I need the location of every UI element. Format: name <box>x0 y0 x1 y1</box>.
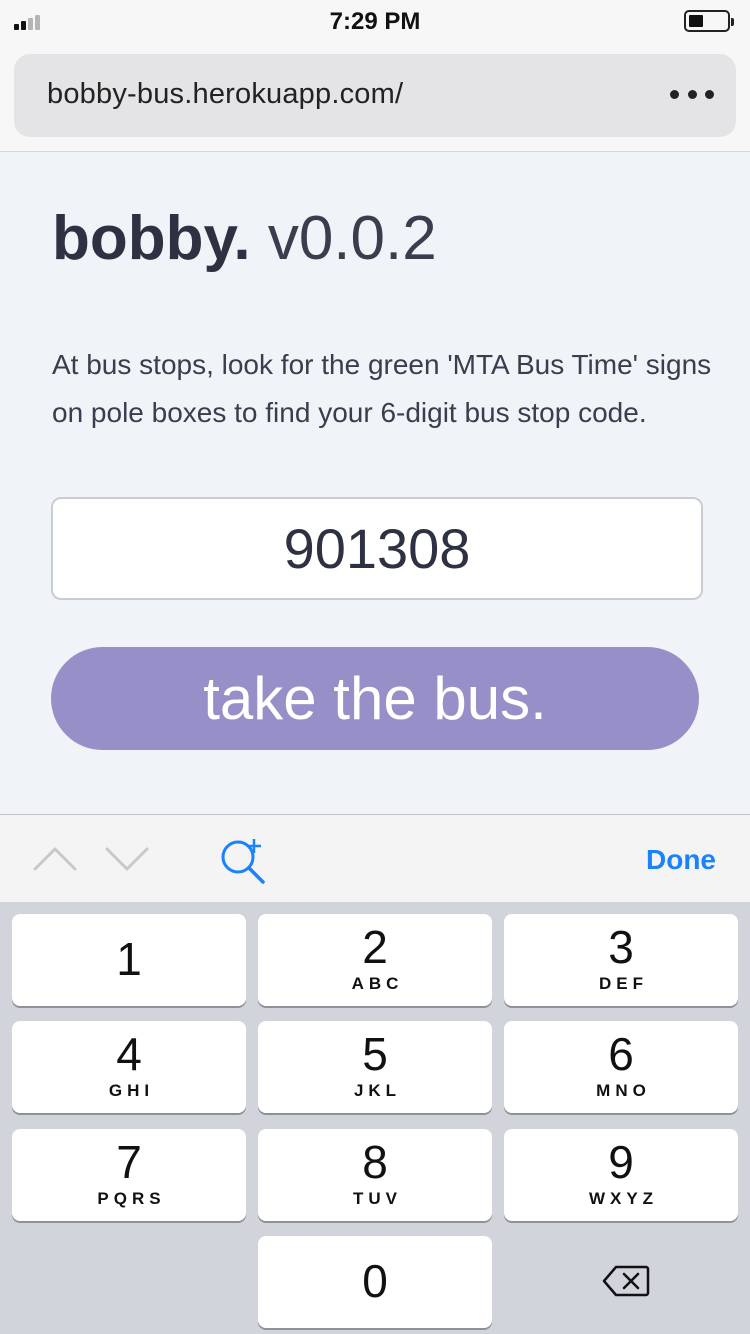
key-letters: TUV <box>353 1189 402 1208</box>
delete-key[interactable] <box>504 1236 738 1328</box>
key-letters: PQRS <box>97 1189 166 1208</box>
backspace-icon <box>602 1265 650 1297</box>
key-5[interactable]: 5 JKL <box>258 1021 492 1113</box>
browser-toolbar: bobby-bus.herokuapp.com/ <box>0 40 750 152</box>
key-letters: MNO <box>596 1081 651 1100</box>
page-content: bobby. v0.0.2 At bus stops, look for the… <box>0 153 750 814</box>
key-letters: GHI <box>108 1081 155 1100</box>
key-letters: DEF <box>599 974 648 993</box>
url-text[interactable]: bobby-bus.herokuapp.com/ <box>47 78 403 111</box>
key-letters: ABC <box>351 974 404 993</box>
key-digit: 7 <box>116 1136 142 1188</box>
key-6[interactable]: 6 MNO <box>504 1021 738 1113</box>
key-digit: 0 <box>362 1255 388 1307</box>
key-digit: 1 <box>116 933 142 985</box>
key-letters: WXYZ <box>588 1189 659 1208</box>
battery-icon <box>684 10 734 32</box>
key-9[interactable]: 9 WXYZ <box>504 1129 738 1221</box>
key-3[interactable]: 3 DEF <box>504 914 738 1006</box>
key-8[interactable]: 8 TUV <box>258 1129 492 1221</box>
key-digit: 5 <box>362 1028 388 1080</box>
zoom-in-icon[interactable] <box>216 835 270 889</box>
status-time: 7:29 PM <box>329 8 421 35</box>
key-4[interactable]: 4 GHI <box>12 1021 246 1113</box>
instructions-text: At bus stops, look for the green 'MTA Bu… <box>52 349 712 428</box>
key-letters: JKL <box>353 1081 402 1100</box>
chevron-up-icon[interactable] <box>32 841 78 875</box>
address-bar[interactable]: bobby-bus.herokuapp.com/ <box>14 54 736 137</box>
key-2[interactable]: 2 ABC <box>258 914 492 1006</box>
done-button[interactable]: Done <box>646 844 716 876</box>
page-title: bobby. v0.0.2 <box>52 203 437 274</box>
key-digit: 9 <box>608 1136 634 1188</box>
chevron-down-icon[interactable] <box>104 841 150 875</box>
brand-name: bobby. <box>52 204 251 273</box>
key-7[interactable]: 7 PQRS <box>12 1129 246 1221</box>
key-digit: 6 <box>608 1028 634 1080</box>
keyboard-accessory-bar: Done <box>0 814 750 902</box>
stop-code-input[interactable] <box>51 497 703 600</box>
key-digit: 4 <box>116 1028 142 1080</box>
key-digit: 2 <box>362 921 388 973</box>
numeric-keypad: 1 2 ABC 3 DEF 4 GHI 5 JKL 6 MNO 7 PQRS 8… <box>0 902 750 1334</box>
take-the-bus-button[interactable]: take the bus. <box>51 647 699 750</box>
version-label: v0.0.2 <box>267 204 437 273</box>
ellipsis-icon[interactable] <box>670 82 714 106</box>
key-digit: 3 <box>608 921 634 973</box>
key-1[interactable]: 1 <box>12 914 246 1006</box>
status-bar: 7:29 PM <box>0 0 750 40</box>
key-digit: 8 <box>362 1136 388 1188</box>
key-0[interactable]: 0 <box>258 1236 492 1328</box>
